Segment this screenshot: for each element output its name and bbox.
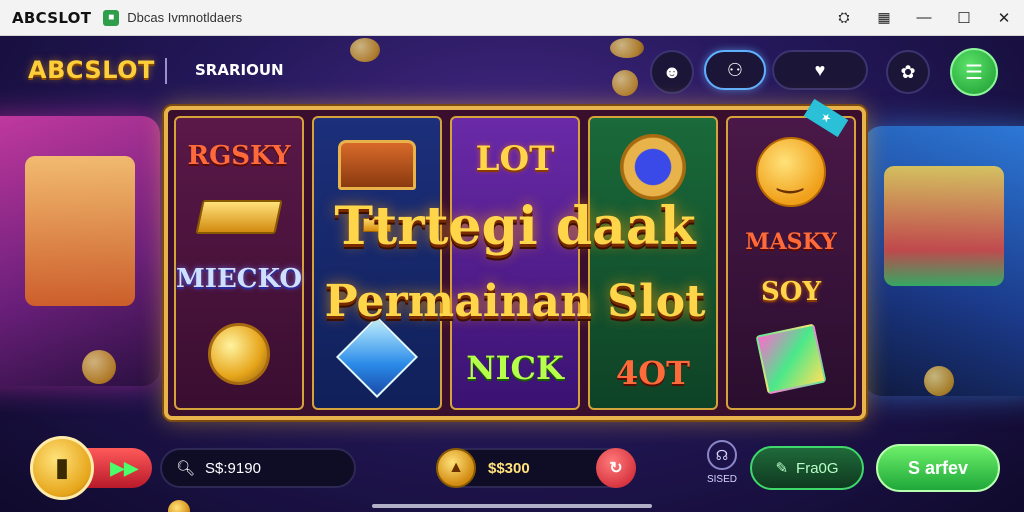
gold-coin-icon: [208, 323, 270, 386]
pencil-icon: ✎: [775, 460, 789, 477]
reel-5: MASKY SOY: [726, 116, 857, 410]
brand-logo[interactable]: ABCSLOT: [28, 56, 155, 84]
app-icon: ■: [103, 9, 120, 26]
window-title: Dbcas Ivmnotldaers: [127, 10, 243, 25]
status-icon: ☊: [707, 440, 737, 470]
symbol-label: RGSKY: [187, 140, 291, 171]
symbol-label: NICK: [466, 349, 564, 388]
window-brand: ABCSLOT: [12, 8, 92, 27]
settings-icon[interactable]: ✿: [886, 50, 930, 94]
bottom-controls: ▶▶ ▮ 🔍︎ S$:9190 ▲ $$300 ↻ ☊ SISED ✎ Fra0…: [0, 436, 1024, 512]
refresh-icon[interactable]: ↻: [596, 448, 636, 488]
menu-icon[interactable]: ☰: [950, 48, 998, 96]
maximize-icon[interactable]: ☐: [944, 0, 984, 36]
reel-3: LOT NICK: [450, 116, 581, 410]
reel-1: RGSKY MIECKO: [174, 116, 305, 410]
search-icon: 🔍︎: [176, 460, 196, 477]
slot-reels: RGSKY MIECKO LOT NICK 4OT MASKY SOY: [164, 106, 866, 420]
background-slot-machine-right: [864, 126, 1024, 396]
floating-coin-decoration: [610, 38, 644, 58]
floating-coin-decoration: [612, 70, 638, 96]
status-indicator[interactable]: ☊ SISED: [702, 440, 742, 485]
heart-icon[interactable]: ♥: [772, 50, 868, 90]
background-slot-machine-left: [0, 116, 160, 386]
people-icon[interactable]: ⚇: [704, 50, 766, 90]
search-field[interactable]: 🔍︎ S$:9190: [160, 448, 356, 488]
status-label: SISED: [706, 474, 737, 485]
floating-coin-decoration: [82, 350, 116, 384]
chart-icon[interactable]: ▦: [864, 0, 904, 36]
game-scene: ABCSLOT SRARIOUN ☻ ⚇ ♥ ✿ ☰ RGSKY MIECKO …: [0, 36, 1024, 512]
floating-coin-decoration: [924, 366, 954, 396]
headline-line-1: Ttrtegi daak: [334, 196, 696, 257]
profile-icon[interactable]: ☻: [650, 50, 694, 94]
gem-medal-icon: [620, 134, 687, 201]
coin-icon: [168, 500, 190, 512]
symbol-label: LOT: [475, 138, 555, 179]
diamond-icon: [336, 315, 419, 399]
free-label: Fra0G: [796, 459, 839, 477]
balance-field[interactable]: ▲ $$300 ↻: [436, 448, 636, 488]
coin-icon: ▲: [436, 448, 476, 488]
horizontal-scrollbar[interactable]: [372, 504, 652, 508]
titlebar-actions: ⛭ ▦ — ☐ ✕: [824, 0, 1024, 36]
symbol-label: 4OT: [616, 353, 690, 392]
start-button[interactable]: S arfev: [876, 444, 1000, 492]
spy-icon[interactable]: ⛭: [824, 0, 864, 36]
treasure-chest-icon: [338, 140, 417, 190]
floating-coin-decoration: [350, 38, 380, 62]
headline-line-2: Permainan Slot: [324, 276, 706, 327]
spin-icon: ▮: [54, 453, 70, 483]
gift-box-icon: [755, 323, 827, 395]
reel-4: 4OT: [588, 116, 719, 410]
fast-forward-icon: ▶▶: [110, 457, 138, 478]
search-value: S$:9190: [205, 459, 261, 477]
reel-2: [312, 116, 443, 410]
close-icon[interactable]: ✕: [984, 0, 1024, 36]
section-label[interactable]: SRARIOUN: [195, 61, 284, 79]
minimize-icon[interactable]: —: [904, 0, 944, 36]
balance-value: $$300: [488, 459, 530, 477]
window-titlebar: ABCSLOT ■ Dbcas Ivmnotldaers ⛭ ▦ — ☐ ✕: [0, 0, 1024, 36]
header-divider: [165, 58, 167, 84]
free-button[interactable]: ✎ Fra0G: [750, 446, 864, 490]
spin-button[interactable]: ▮: [30, 436, 94, 500]
